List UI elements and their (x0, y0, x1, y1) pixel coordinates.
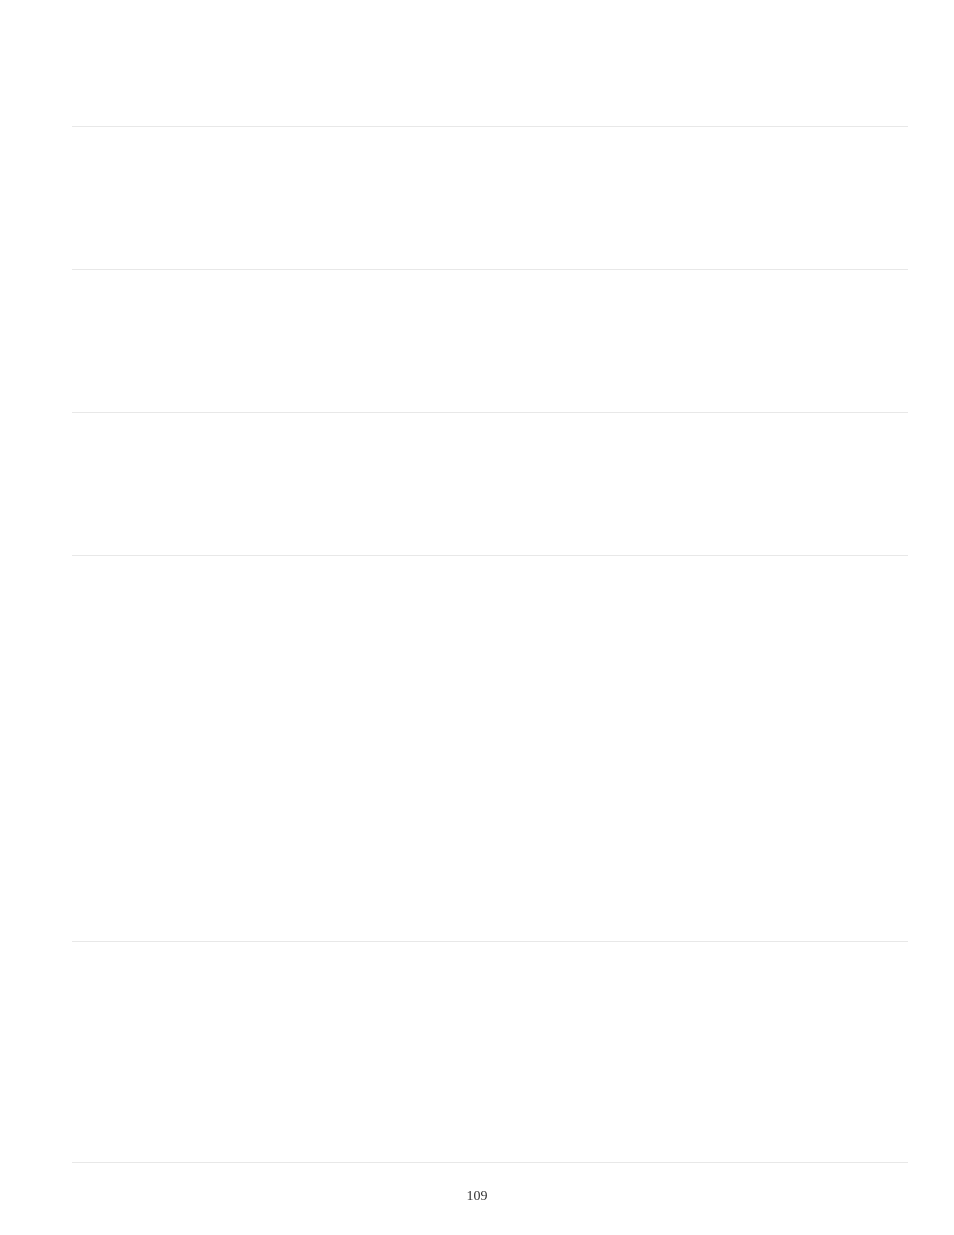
page-number: 109 (0, 1189, 954, 1205)
horizontal-rule (72, 941, 908, 942)
horizontal-rule (72, 126, 908, 127)
horizontal-rule (72, 269, 908, 270)
horizontal-rule (72, 412, 908, 413)
horizontal-rule (72, 1162, 908, 1163)
horizontal-rule (72, 555, 908, 556)
document-page: 109 (0, 0, 954, 1235)
